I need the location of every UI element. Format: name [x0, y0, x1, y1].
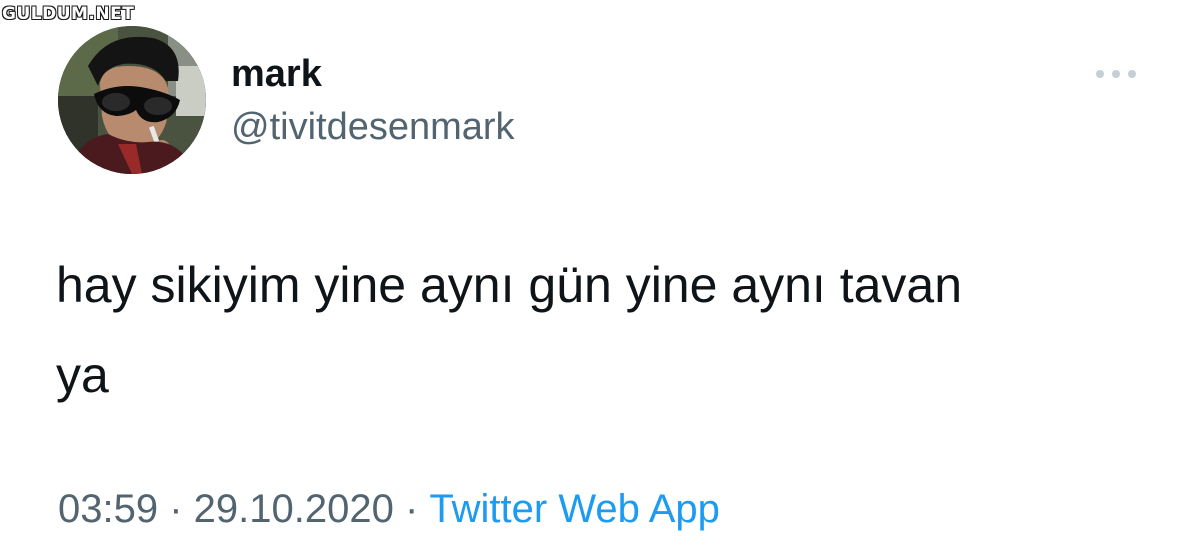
tweet-metadata: 03:59 · 29.10.2020 · Twitter Web App: [58, 484, 720, 534]
tweet-time[interactable]: 03:59: [58, 487, 158, 531]
watermark-logo: GULDUM.NET: [1, 3, 135, 25]
tweet-text-line-2: ya: [56, 347, 109, 403]
tweet-text: hay sikiyim yine aynı gün yine aynı tava…: [56, 240, 1166, 420]
tweet-date[interactable]: 29.10.2020: [194, 487, 394, 531]
meta-separator: ·: [158, 487, 194, 531]
avatar-image: [58, 26, 206, 174]
tweet-text-line-1: hay sikiyim yine aynı gün yine aynı tava…: [56, 257, 963, 313]
avatar[interactable]: [58, 26, 206, 174]
tweet-source-link[interactable]: Twitter Web App: [429, 487, 720, 531]
more-horizontal-icon: [1096, 70, 1136, 78]
meta-separator: ·: [393, 487, 430, 531]
author-display-name[interactable]: mark: [231, 52, 322, 96]
author-handle[interactable]: @tivitdesenmark: [231, 105, 515, 149]
more-options-button[interactable]: [1092, 62, 1140, 86]
